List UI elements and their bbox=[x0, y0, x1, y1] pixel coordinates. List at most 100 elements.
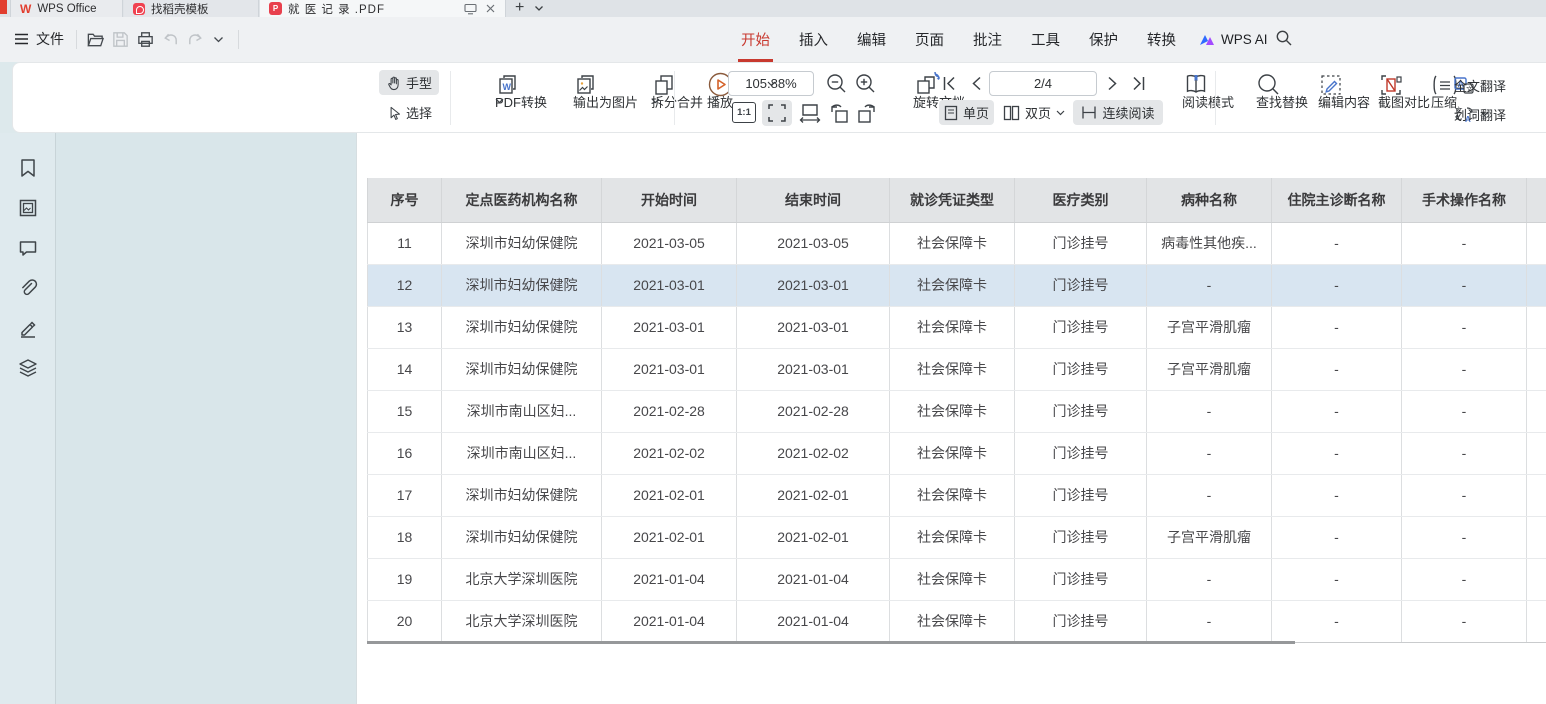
single-page-button[interactable]: 单页 bbox=[939, 100, 994, 125]
table-column-header: 定点医药机构名称 bbox=[442, 178, 602, 222]
wps-ai-button[interactable]: WPS AI bbox=[1199, 17, 1268, 62]
table-cell: 门诊挂号 bbox=[1015, 306, 1147, 348]
table-bottom-border-light bbox=[1295, 642, 1546, 643]
layers-panel-icon[interactable] bbox=[17, 357, 39, 379]
fit-width-icon[interactable] bbox=[799, 103, 821, 123]
divider bbox=[76, 30, 77, 49]
previous-page-icon[interactable] bbox=[971, 76, 982, 91]
last-page-icon[interactable] bbox=[1131, 75, 1146, 92]
ribbon-menu-6[interactable]: 保护 bbox=[1089, 17, 1118, 62]
file-menu-label: 文件 bbox=[36, 29, 64, 49]
table-row[interactable]: 15深圳市南山区妇...2021-02-282021-02-28社会保障卡门诊挂… bbox=[368, 390, 1546, 432]
table-row[interactable]: 11深圳市妇幼保健院2021-03-052021-03-05社会保障卡门诊挂号病… bbox=[368, 222, 1546, 264]
table-column-header: 医疗类别 bbox=[1015, 178, 1147, 222]
full-text-translate-button[interactable]: A 文 全文翻译 bbox=[1454, 76, 1474, 94]
file-menu-button[interactable]: 文件 bbox=[14, 29, 64, 49]
print-icon[interactable] bbox=[136, 30, 155, 49]
table-row[interactable]: 13深圳市妇幼保健院2021-03-012021-03-01社会保障卡门诊挂号子… bbox=[368, 306, 1546, 348]
quick-access-chevron-icon[interactable] bbox=[213, 36, 224, 44]
compress-button[interactable]: 压缩 bbox=[1409, 68, 1453, 128]
ribbon-menu-0[interactable]: 开始 bbox=[741, 17, 770, 62]
first-page-icon[interactable] bbox=[942, 75, 957, 92]
export-as-image-button[interactable]: 输出为图片 bbox=[533, 68, 613, 128]
screenshot-compare-button[interactable]: 截图对比 bbox=[1347, 68, 1409, 128]
table-cell: 14 bbox=[368, 348, 442, 390]
find-replace-button[interactable]: 查找替换 bbox=[1225, 68, 1287, 128]
bookmarks-panel-icon[interactable] bbox=[17, 157, 39, 179]
table-row[interactable]: 16深圳市南山区妇...2021-02-022021-02-02社会保障卡门诊挂… bbox=[368, 432, 1546, 474]
ribbon-menu-2[interactable]: 编辑 bbox=[857, 17, 886, 62]
undo-icon[interactable] bbox=[161, 30, 180, 49]
ribbon-menu-1[interactable]: 插入 bbox=[799, 17, 828, 62]
table-row[interactable]: 20北京大学深圳医院2021-01-042021-01-04社会保障卡门诊挂号-… bbox=[368, 600, 1546, 642]
fit-page-button[interactable] bbox=[762, 100, 792, 126]
table-cell: 19 bbox=[368, 558, 442, 600]
table-cell: 门诊挂号 bbox=[1015, 600, 1147, 642]
open-file-icon[interactable] bbox=[86, 30, 105, 49]
read-mode-button[interactable]: 阅读模式 bbox=[1151, 68, 1213, 128]
divider bbox=[674, 71, 675, 125]
attachments-panel-icon[interactable] bbox=[17, 277, 39, 299]
table-cell: 社会保障卡 bbox=[890, 516, 1015, 558]
actual-size-button[interactable]: 1:1 bbox=[732, 102, 756, 123]
tab-medical-record-pdf[interactable]: P 就 医 记 录 .PDF bbox=[260, 0, 506, 17]
continuous-reading-button[interactable]: 连续阅读 bbox=[1073, 100, 1163, 125]
zoom-in-icon[interactable] bbox=[854, 72, 877, 95]
save-icon[interactable] bbox=[111, 30, 130, 49]
zoom-level-combobox[interactable]: 105.88% bbox=[728, 71, 814, 96]
word-translate-button[interactable]: 文 A 划词翻译 bbox=[1454, 105, 1489, 123]
ribbon-menu-5[interactable]: 工具 bbox=[1031, 17, 1060, 62]
zoom-out-icon[interactable] bbox=[825, 72, 848, 95]
table-cell: 北京大学深圳医院 bbox=[442, 600, 602, 642]
redo-icon[interactable] bbox=[186, 30, 205, 49]
hand-tool-button[interactable]: 手型 bbox=[379, 70, 439, 95]
rotate-document-button[interactable]: 旋转文档 bbox=[881, 68, 945, 128]
table-cell: 2021-02-02 bbox=[737, 432, 890, 474]
signature-panel-icon[interactable] bbox=[17, 317, 39, 339]
table-row[interactable]: 19北京大学深圳医院2021-01-042021-01-04社会保障卡门诊挂号-… bbox=[368, 558, 1546, 600]
table-cell: 2021-03-01 bbox=[737, 306, 890, 348]
ribbon-menu-4[interactable]: 批注 bbox=[973, 17, 1002, 62]
rotate-left-icon[interactable] bbox=[827, 102, 851, 125]
thumbnails-panel-icon[interactable] bbox=[17, 197, 39, 219]
table-cell: 社会保障卡 bbox=[890, 390, 1015, 432]
comments-panel-icon[interactable] bbox=[17, 237, 39, 259]
table-cell: - bbox=[1272, 558, 1402, 600]
select-cursor-icon bbox=[386, 105, 401, 121]
share-to-screen-icon[interactable] bbox=[464, 3, 477, 15]
play-button[interactable]: 播放 bbox=[681, 68, 733, 128]
select-tool-button[interactable]: 选择 bbox=[379, 100, 439, 125]
continuous-reading-icon bbox=[1081, 105, 1097, 120]
table-cell: 2021-01-04 bbox=[602, 600, 737, 642]
ribbon-menu-3[interactable]: 页面 bbox=[915, 17, 944, 62]
pdf-convert-button[interactable]: W PDF转换 bbox=[456, 68, 534, 128]
page-number-input[interactable] bbox=[989, 71, 1097, 96]
tab-docer-templates[interactable]: 找稻壳模板 bbox=[124, 0, 259, 17]
edit-content-button[interactable]: 编辑内容 bbox=[1287, 68, 1349, 128]
table-row[interactable]: 18深圳市妇幼保健院2021-02-012021-02-01社会保障卡门诊挂号子… bbox=[368, 516, 1546, 558]
table-cell: 门诊挂号 bbox=[1015, 390, 1147, 432]
table-cell: 病毒性其他疾... bbox=[1147, 222, 1272, 264]
rotate-right-icon[interactable] bbox=[855, 102, 879, 125]
table-cell: - bbox=[1272, 474, 1402, 516]
left-panel-rail bbox=[0, 133, 56, 704]
table-row[interactable]: 12深圳市妇幼保健院2021-03-012021-03-01社会保障卡门诊挂号-… bbox=[368, 264, 1546, 306]
next-page-icon[interactable] bbox=[1107, 76, 1118, 91]
new-tab-button[interactable]: + bbox=[515, 0, 524, 17]
ribbon-menu-7[interactable]: 转换 bbox=[1147, 17, 1176, 62]
table-bottom-border bbox=[367, 641, 1295, 644]
table-row[interactable]: 17深圳市妇幼保健院2021-02-012021-02-01社会保障卡门诊挂号-… bbox=[368, 474, 1546, 516]
table-cell: 18 bbox=[368, 516, 442, 558]
close-tab-icon[interactable] bbox=[485, 3, 496, 14]
table-cell bbox=[1527, 516, 1546, 558]
table-cell: 门诊挂号 bbox=[1015, 264, 1147, 306]
table-cell: 11 bbox=[368, 222, 442, 264]
split-merge-button[interactable]: 拆分合并 bbox=[613, 68, 689, 128]
table-cell: - bbox=[1402, 474, 1527, 516]
tab-wps-office[interactable]: W WPS Office bbox=[10, 0, 123, 17]
table-cell bbox=[1527, 390, 1546, 432]
double-page-button[interactable]: 双页 bbox=[1001, 100, 1067, 125]
tab-list-chevron-icon[interactable] bbox=[534, 5, 544, 12]
table-row[interactable]: 14深圳市妇幼保健院2021-03-012021-03-01社会保障卡门诊挂号子… bbox=[368, 348, 1546, 390]
search-icon[interactable] bbox=[1275, 29, 1293, 47]
